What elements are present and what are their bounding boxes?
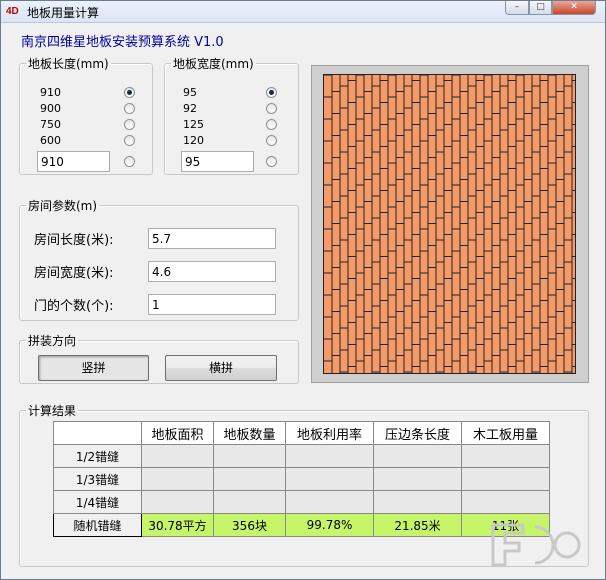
app-logo-icon: 4D [6,6,19,17]
length-option-radio[interactable] [124,135,135,146]
room-width-label: 房间宽度(米): [34,266,114,281]
room-params-group: 房间参数(m) 房间长度(米): 5.7 房间宽度(米): 4.6 门的个数(个… [19,197,299,321]
title-bar[interactable]: 4D 地板用量计算 – □ ✕ [1,1,605,23]
maximize-button[interactable]: □ [529,1,552,15]
table-cell [213,467,286,491]
length-option-radio[interactable] [124,103,135,114]
width-option-label: 125 [183,118,204,131]
table-row[interactable]: 1/2错缝 [53,444,550,468]
room-length-input[interactable]: 5.7 [148,228,276,249]
column-header: 压边条长度 [373,421,462,445]
table-cell [141,444,214,468]
width-option-radio[interactable] [266,87,277,98]
table-cell [213,490,286,514]
app-window: 4D 地板用量计算 – □ ✕ 南京四维星地板安装预算系统 V1.0 地板长度(… [0,0,606,580]
row-header[interactable]: 1/2错缝 [53,444,142,468]
board-width-legend: 地板宽度(mm) [173,57,254,71]
table-cell [285,490,374,514]
result-edge-strip-cell: 21.85米 [373,513,462,537]
results-legend: 计算结果 [28,404,77,418]
column-header: 地板面积 [141,421,214,445]
result-utilization-cell: 99.78% [285,513,374,537]
table-cell [285,467,374,491]
direction-group: 拼装方向 竖拼 横拼 [19,332,299,384]
table-row[interactable]: 随机错缝 30.78平方 356块 99.78% 21.85米 11张 [53,513,550,537]
length-option-label: 900 [40,102,61,115]
board-length-legend: 地板长度(mm) [28,57,109,71]
table-corner-cell [53,421,142,445]
row-header[interactable]: 随机错缝 [53,513,142,537]
width-option-radio[interactable] [266,103,277,114]
table-cell [373,490,462,514]
row-header[interactable]: 1/3错缝 [53,467,142,491]
results-table: 地板面积 地板数量 地板利用率 压边条长度 木工板用量 1/2错缝 1/3错缝 [53,421,550,537]
column-header: 木工板用量 [461,421,550,445]
table-cell [141,490,214,514]
width-option-label: 95 [183,86,197,99]
result-area-cell: 30.78平方 [141,513,214,537]
room-length-label: 房间长度(米): [34,233,114,248]
room-width-input[interactable]: 4.6 [148,261,276,282]
table-cell [141,467,214,491]
horizontal-layout-button[interactable]: 横拼 [165,355,277,381]
custom-length-radio[interactable] [124,156,135,167]
length-option-label: 910 [40,86,61,99]
floor-plan [323,74,576,374]
table-row[interactable]: 1/3错缝 [53,467,550,491]
table-cell [461,490,550,514]
result-count-cell: 356块 [213,513,286,537]
board-length-group: 地板长度(mm) 910 900 750 600 910 [19,55,153,175]
board-width-group: 地板宽度(mm) 95 92 125 120 95 [164,55,299,175]
length-option-radio[interactable] [124,87,135,98]
door-count-label: 门的个数(个): [34,299,114,314]
table-cell [213,444,286,468]
room-params-legend: 房间参数(m) [28,199,98,213]
custom-length-input[interactable]: 910 [37,151,110,172]
table-row[interactable]: 1/4错缝 [53,490,550,514]
vertical-layout-button[interactable]: 竖拼 [38,355,149,381]
table-cell [461,467,550,491]
results-header-row: 地板面积 地板数量 地板利用率 压边条长度 木工板用量 [53,421,550,445]
column-header: 地板数量 [213,421,286,445]
floor-pattern [324,74,575,373]
length-option-label: 600 [40,134,61,147]
floor-preview-panel [311,65,589,383]
column-header: 地板利用率 [285,421,374,445]
length-option-radio[interactable] [124,119,135,130]
direction-legend: 拼装方向 [28,334,77,348]
watermark-icon [491,523,581,567]
table-cell [285,444,374,468]
row-header[interactable]: 1/4错缝 [53,490,142,514]
table-cell [461,444,550,468]
width-option-radio[interactable] [266,119,277,130]
width-option-radio[interactable] [266,135,277,146]
length-option-label: 750 [40,118,61,131]
close-button[interactable]: ✕ [552,1,596,15]
table-cell [373,467,462,491]
door-count-input[interactable]: 1 [148,294,276,315]
custom-width-input[interactable]: 95 [181,151,254,172]
custom-width-radio[interactable] [266,156,277,167]
width-option-label: 120 [183,134,204,147]
table-cell [373,444,462,468]
app-heading: 南京四维星地板安装预算系统 V1.0 [21,35,224,50]
window-title: 地板用量计算 [27,6,100,20]
minimize-button[interactable]: – [505,1,529,15]
width-option-label: 92 [183,102,197,115]
client-area: 南京四维星地板安装预算系统 V1.0 地板长度(mm) 910 900 750 … [9,27,599,572]
